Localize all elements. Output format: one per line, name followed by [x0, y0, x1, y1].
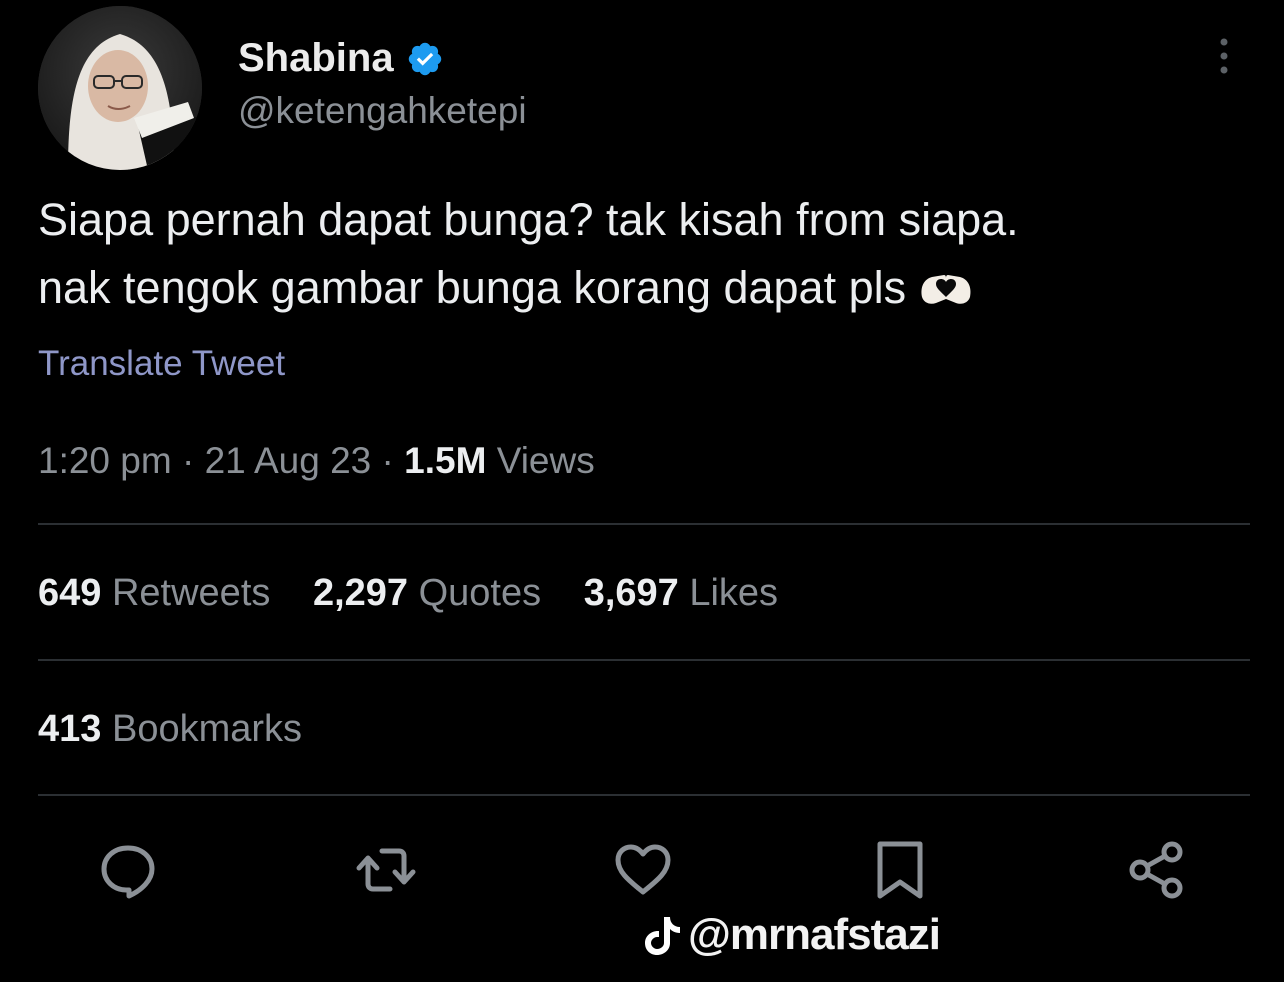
- verified-badge-icon: [406, 40, 444, 78]
- tiktok-icon: [642, 913, 682, 957]
- tweet-date[interactable]: 21 Aug 23: [205, 440, 372, 481]
- like-icon[interactable]: [611, 838, 675, 902]
- watermark-text: @mrnafstazi: [688, 910, 941, 959]
- author-name[interactable]: Shabina: [238, 36, 394, 81]
- meta-separator: ·: [381, 440, 394, 481]
- tweet-text-line-2-content: nak tengok gambar bunga korang dapat pls: [38, 262, 907, 313]
- views-count: 1.5M: [404, 440, 487, 481]
- tweet-meta: 1:20 pm · 21 Aug 23 · 1.5M Views: [38, 440, 595, 482]
- reply-icon[interactable]: [96, 838, 160, 902]
- display-name[interactable]: Shabina: [238, 36, 444, 81]
- author-handle[interactable]: @ketengahketepi: [238, 90, 527, 132]
- retweets-count: 649: [38, 572, 102, 614]
- bookmark-icon[interactable]: [868, 838, 932, 902]
- retweets-label: Retweets: [111, 572, 271, 614]
- share-icon[interactable]: [1126, 838, 1190, 902]
- tweet-text-line-1: Siapa pernah dapat bunga? tak kisah from…: [38, 194, 1019, 245]
- more-options-icon[interactable]: [1212, 36, 1236, 76]
- divider: [38, 523, 1250, 525]
- bookmarks-count: 413: [38, 708, 102, 750]
- meta-separator: ·: [181, 440, 195, 481]
- quotes-label: Quotes: [418, 572, 542, 614]
- bookmarks-label: Bookmarks: [111, 708, 303, 750]
- likes-stat[interactable]: 3,697 Likes: [584, 572, 778, 614]
- heart-hands-icon: [916, 258, 976, 304]
- views-label: Views: [496, 440, 595, 481]
- tweet-time[interactable]: 1:20 pm: [38, 440, 172, 481]
- tweet-text-line-2: nak tengok gambar bunga korang dapat pls: [38, 254, 1238, 322]
- tweet-text: Siapa pernah dapat bunga? tak kisah from…: [38, 186, 1238, 322]
- avatar-photo: [38, 6, 202, 170]
- tiktok-watermark: @mrnafstazi: [642, 910, 941, 960]
- divider: [38, 794, 1250, 796]
- retweet-icon[interactable]: [354, 838, 418, 902]
- likes-count: 3,697: [583, 572, 679, 614]
- quotes-count: 2,297: [312, 572, 409, 614]
- likes-label: Likes: [689, 572, 779, 614]
- translate-tweet-link[interactable]: Translate Tweet: [38, 344, 285, 384]
- quotes-stat[interactable]: 2,297 Quotes: [313, 572, 541, 614]
- avatar[interactable]: [38, 6, 202, 170]
- action-bar: [0, 838, 1284, 908]
- divider: [38, 659, 1250, 661]
- bookmarks-stat[interactable]: 413 Bookmarks: [38, 708, 302, 751]
- retweets-stat[interactable]: 649 Retweets: [38, 572, 270, 614]
- engagement-stats: 649 Retweets 2,297 Quotes 3,697 Likes: [38, 572, 810, 615]
